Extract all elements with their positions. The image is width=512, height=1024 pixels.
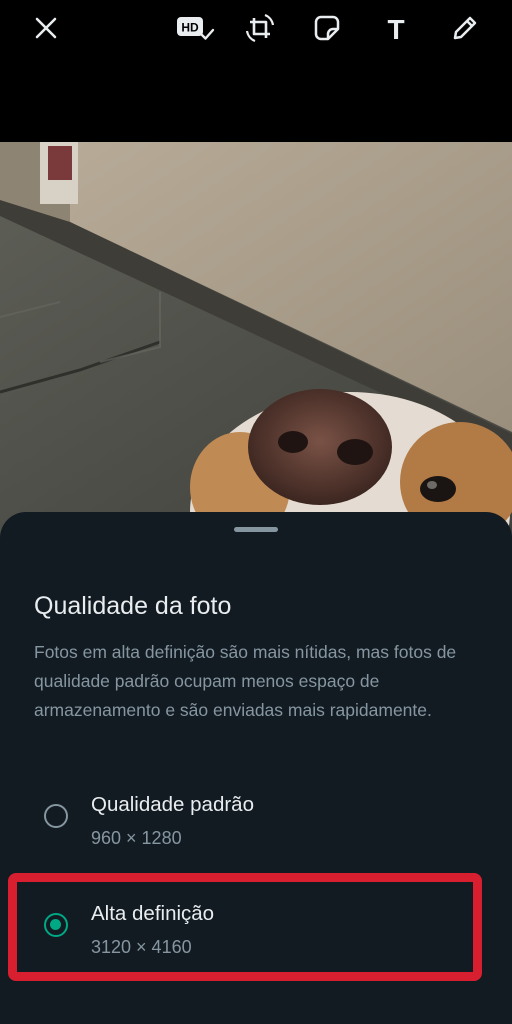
- text-tool-button[interactable]: T: [374, 6, 418, 50]
- close-button[interactable]: [24, 6, 68, 50]
- photo-quality-sheet: Qualidade da foto Fotos em alta definiçã…: [0, 512, 512, 1024]
- sticker-button[interactable]: [305, 6, 349, 50]
- text-icon: T: [387, 14, 404, 42]
- radio-checked-icon[interactable]: [44, 913, 68, 937]
- hd-quality-option[interactable]: Alta definição 3120 × 4160: [24, 885, 470, 969]
- sticker-icon: [314, 15, 340, 41]
- svg-text:T: T: [387, 14, 404, 42]
- editor-toolbar: HD T: [0, 0, 512, 142]
- close-icon: [35, 17, 57, 39]
- radio-dot: [50, 919, 61, 930]
- radio-unchecked-icon[interactable]: [44, 804, 68, 828]
- dog-photo: [0, 142, 512, 542]
- hd-quality-button[interactable]: HD: [172, 6, 216, 50]
- drag-handle[interactable]: [234, 527, 278, 532]
- svg-text:HD: HD: [181, 21, 199, 35]
- crop-rotate-button[interactable]: [238, 6, 282, 50]
- sheet-title: Qualidade da foto: [34, 592, 232, 620]
- option-label: Alta definição: [91, 902, 215, 925]
- option-resolution: 3120 × 4160: [91, 937, 192, 957]
- photo-preview: [0, 142, 512, 542]
- draw-button[interactable]: [443, 6, 487, 50]
- crop-rotate-icon: [245, 13, 275, 43]
- hd-quality-icon: HD: [177, 17, 215, 40]
- pencil-icon: [453, 16, 477, 40]
- option-resolution: 960 × 1280: [91, 828, 182, 848]
- sheet-description: Fotos em alta definição são mais nítidas…: [34, 642, 457, 720]
- option-label: Qualidade padrão: [91, 793, 254, 816]
- standard-quality-option[interactable]: Qualidade padrão 960 × 1280: [24, 776, 470, 860]
